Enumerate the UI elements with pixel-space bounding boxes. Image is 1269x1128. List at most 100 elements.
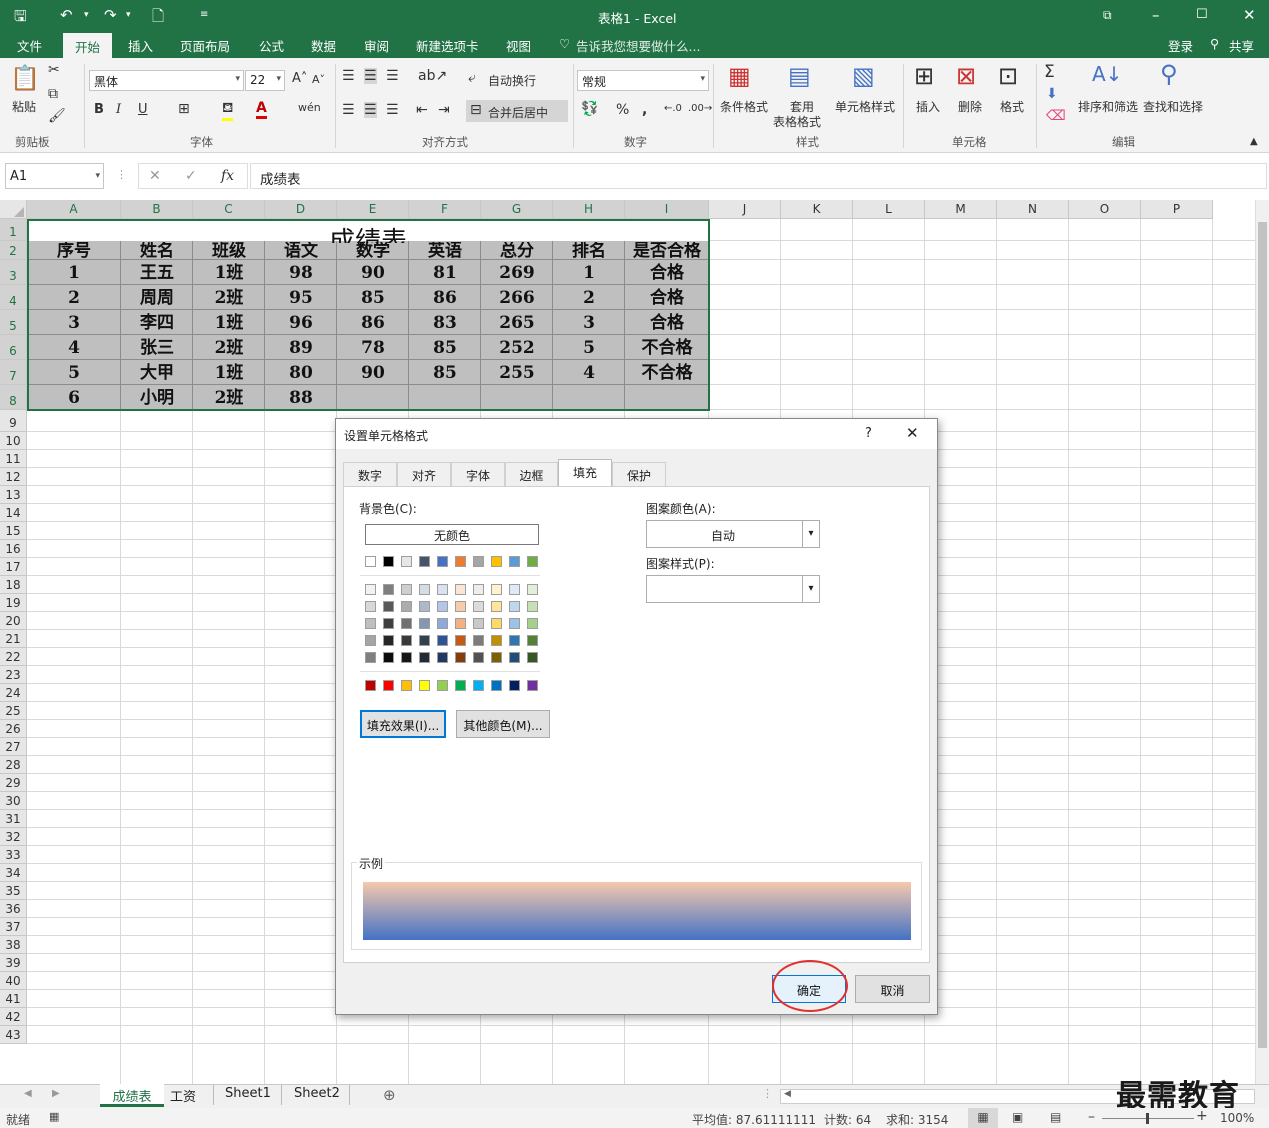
data-cell[interactable]: 合格 [625,311,709,335]
redo-icon[interactable]: ↷ [104,6,117,24]
help-button[interactable]: ? [865,426,872,441]
theme-shade-swatch[interactable] [473,618,484,629]
row-header[interactable]: 14 [0,504,27,522]
select-all-corner[interactable] [0,200,27,219]
header-cell[interactable]: 英语 [409,242,481,260]
theme-shade-swatch[interactable] [455,601,466,612]
theme-shade-swatch[interactable] [401,584,412,595]
format-cells-button[interactable]: 格式 [1000,98,1024,115]
theme-color-swatch[interactable] [401,556,412,567]
data-cell[interactable]: 83 [409,311,481,335]
prev-sheet-icon[interactable]: ◀ [24,1088,32,1099]
next-sheet-icon[interactable]: ▶ [52,1088,60,1099]
theme-color-swatch[interactable] [365,556,376,567]
data-cell[interactable]: 265 [481,311,553,335]
standard-color-swatch[interactable] [437,680,448,691]
row-header[interactable]: 38 [0,936,27,954]
column-header[interactable]: K [781,200,853,219]
tell-me-box[interactable]: 告诉我您想要做什么... [576,36,700,55]
data-cell[interactable]: 王五 [121,261,193,285]
format-painter-icon[interactable]: 🖌 [48,108,66,124]
theme-shade-swatch[interactable] [527,584,538,595]
italic-button[interactable]: I [116,102,121,117]
data-cell[interactable]: 1班 [193,261,265,285]
percent-button[interactable]: % [616,102,629,118]
theme-shade-swatch[interactable] [509,652,520,663]
increase-decimal-icon[interactable]: ←.0 [664,103,682,114]
delete-cells-icon[interactable]: ⊠ [956,62,976,90]
theme-shade-swatch[interactable] [383,635,394,646]
chevron-down-icon[interactable]: ▾ [802,576,819,602]
data-cell[interactable]: 合格 [625,286,709,310]
row-header[interactable]: 32 [0,828,27,846]
data-cell[interactable]: 4 [553,361,625,385]
theme-shade-swatch[interactable] [491,618,502,629]
theme-shade-swatch[interactable] [365,601,376,612]
theme-shade-swatch[interactable] [401,601,412,612]
row-header[interactable]: 16 [0,540,27,558]
sort-filter-icon[interactable]: A↓ [1092,62,1122,86]
normal-view-icon[interactable]: ▦ [968,1108,998,1128]
table-format-icon[interactable]: ▤ [788,62,811,90]
tab-insert[interactable]: 插入 [128,36,153,55]
data-cell[interactable]: 5 [553,336,625,360]
row-header[interactable]: 13 [0,486,27,504]
collapse-ribbon-icon[interactable]: ▲ [1250,136,1258,147]
row-header[interactable]: 4 [0,285,27,310]
row-header[interactable]: 26 [0,720,27,738]
decrease-font-icon[interactable]: A˅ [312,73,325,86]
data-cell[interactable]: 6 [27,386,121,410]
theme-shade-swatch[interactable] [491,584,502,595]
data-cell[interactable]: 1班 [193,361,265,385]
standard-color-swatch[interactable] [419,680,430,691]
scroll-thumb[interactable] [1258,222,1267,1048]
row-header[interactable]: 10 [0,432,27,450]
currency-icon[interactable]: 💱 [581,101,598,117]
increase-indent-icon[interactable]: ⇥ [438,102,450,118]
row-header[interactable]: 20 [0,612,27,630]
sheet-tab[interactable]: Sheet2 [294,1086,340,1101]
dialog-tab[interactable]: 保护 [612,462,666,486]
theme-shade-swatch[interactable] [437,584,448,595]
no-color-button[interactable]: 无颜色 [365,524,539,545]
format-cells-icon[interactable]: ⊡ [998,62,1018,90]
dialog-tab[interactable]: 填充 [558,459,612,487]
row-header[interactable]: 24 [0,684,27,702]
insert-cells-icon[interactable]: ⊞ [914,62,934,90]
data-cell[interactable] [409,386,481,410]
decrease-decimal-icon[interactable]: .00→ [688,103,712,114]
theme-color-swatch[interactable] [491,556,502,567]
name-box[interactable]: A1 ▾ [5,163,104,189]
data-cell[interactable]: 78 [337,336,409,360]
macro-record-icon[interactable]: ▦ [49,1110,59,1123]
data-cell[interactable] [625,386,709,410]
column-header[interactable]: A [27,200,121,219]
align-center-icon[interactable]: ☰ [364,102,377,118]
data-cell[interactable]: 4 [27,336,121,360]
theme-shade-swatch[interactable] [401,635,412,646]
wrap-text-icon[interactable]: ⤶ [468,70,476,86]
insert-function-button[interactable]: fx [221,168,234,184]
sheet-title-cell[interactable]: 成绩表 [27,221,709,243]
redo-dropdown-icon[interactable]: ▾ [126,10,131,20]
insert-cells-button[interactable]: 插入 [916,98,940,115]
row-header[interactable]: 43 [0,1026,27,1044]
header-cell[interactable]: 总分 [481,242,553,260]
font-size-combo[interactable]: 22 ▾ [245,70,285,91]
theme-shade-swatch[interactable] [401,652,412,663]
row-header[interactable]: 11 [0,450,27,468]
row-header[interactable]: 35 [0,882,27,900]
column-header[interactable]: N [997,200,1069,219]
row-header[interactable]: 19 [0,594,27,612]
number-format-combo[interactable]: 常规 ▾ [577,70,709,91]
fill-down-icon[interactable]: ⬇ [1046,86,1058,102]
theme-shade-swatch[interactable] [473,601,484,612]
row-header[interactable]: 17 [0,558,27,576]
data-cell[interactable] [553,386,625,410]
paste-icon[interactable]: 📋 [10,64,40,94]
row-header[interactable]: 15 [0,522,27,540]
data-cell[interactable]: 2 [27,286,121,310]
save-icon[interactable]: 🖫 [14,6,27,31]
row-header[interactable]: 41 [0,990,27,1008]
data-cell[interactable]: 252 [481,336,553,360]
